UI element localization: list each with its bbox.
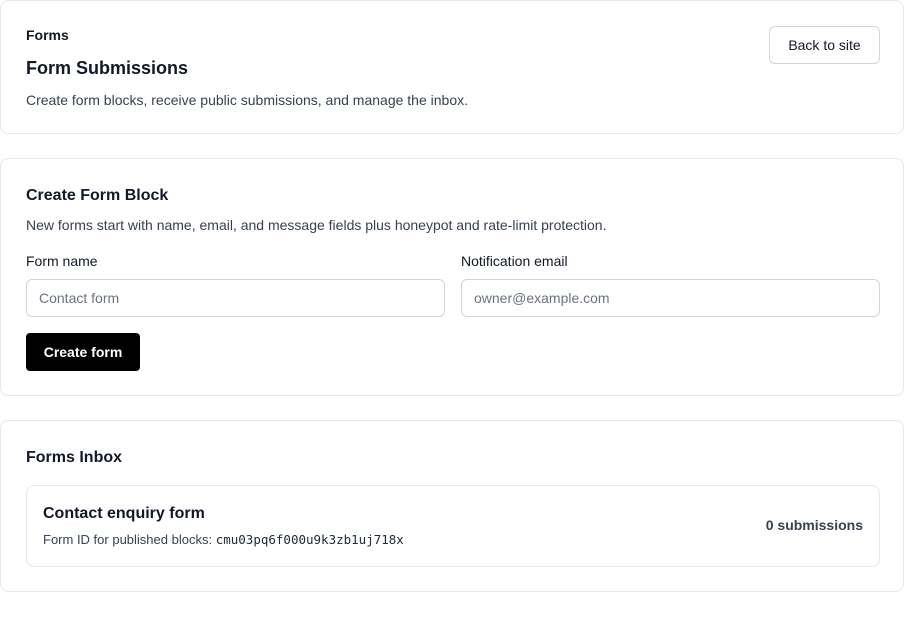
create-form-card: Create Form Block New forms start with n… [0,158,904,396]
notification-email-label: Notification email [461,253,568,269]
notification-email-input[interactable] [461,279,880,317]
back-to-site-button[interactable]: Back to site [769,26,880,64]
form-item-id-line: Form ID for published blocks: cmu03pq6f0… [43,532,404,547]
forms-inbox-card: Forms Inbox Contact enquiry form Form ID… [0,420,904,592]
create-form-title: Create Form Block [26,187,169,204]
page-header-card: Forms Form Submissions Create form block… [0,0,904,134]
forms-inbox-title: Forms Inbox [26,449,123,466]
page-title: Form Submissions [26,58,189,78]
submission-count: 0 submissions [765,517,863,533]
form-item-name: Contact enquiry form [43,505,205,522]
section-eyebrow: Forms [26,27,69,43]
form-list-item[interactable]: Contact enquiry form Form ID for publish… [26,485,880,567]
form-id-value: cmu03pq6f000u9k3zb1uj718x [215,532,404,547]
create-form-description: New forms start with name, email, and me… [26,217,607,233]
create-form-button[interactable]: Create form [26,333,140,371]
form-id-label: Form ID for published blocks: [43,532,216,547]
form-name-input[interactable] [26,279,445,317]
page-description: Create form blocks, receive public submi… [26,92,468,108]
form-name-label: Form name [26,253,98,269]
